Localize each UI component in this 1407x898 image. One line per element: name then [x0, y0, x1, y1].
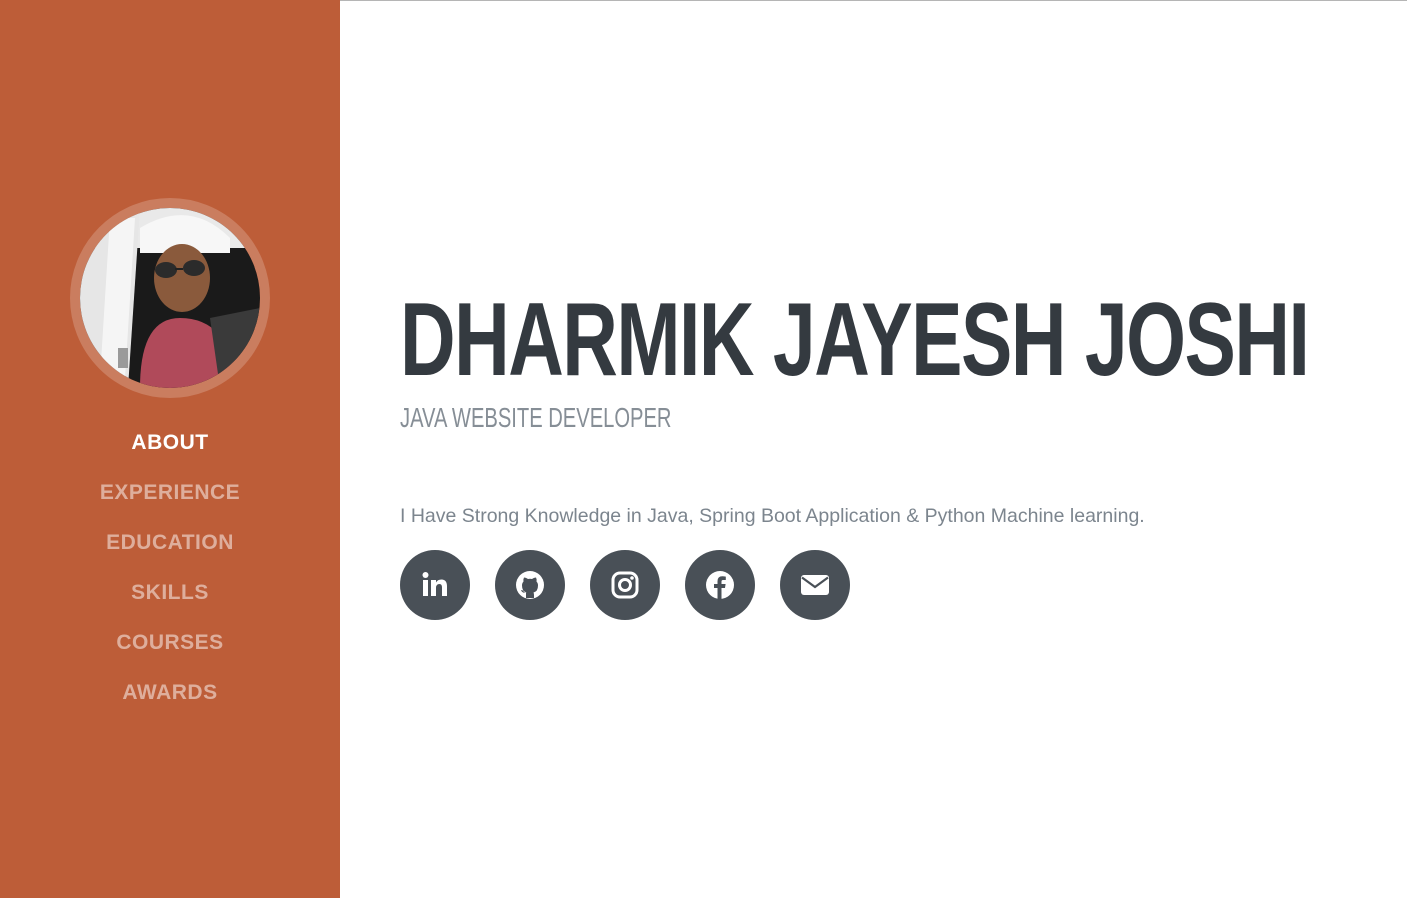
- nav-link-experience[interactable]: EXPERIENCE: [100, 475, 240, 510]
- nav-link-skills[interactable]: SKILLS: [131, 575, 209, 610]
- facebook-icon: [706, 571, 734, 599]
- nav-item-skills: SKILLS: [0, 575, 340, 625]
- github-button[interactable]: [495, 550, 565, 620]
- nav-link-courses[interactable]: COURSES: [116, 625, 223, 660]
- profile-avatar: [70, 198, 270, 398]
- envelope-icon: [801, 575, 829, 595]
- linkedin-icon: [422, 572, 447, 596]
- linkedin-button[interactable]: [400, 550, 470, 620]
- instagram-button[interactable]: [590, 550, 660, 620]
- sidebar: ABOUT EXPERIENCE EDUCATION SKILLS COURSE…: [0, 0, 340, 898]
- social-icons: [400, 550, 875, 620]
- profile-name: DHARMIK JAYESH JOSHI: [400, 282, 1310, 398]
- profile-lead: I Have Strong Knowledge in Java, Spring …: [400, 505, 1145, 527]
- nav-item-awards: AWARDS: [0, 675, 340, 725]
- nav-link-about[interactable]: ABOUT: [131, 425, 208, 460]
- facebook-button[interactable]: [685, 550, 755, 620]
- nav-item-experience: EXPERIENCE: [0, 475, 340, 525]
- nav-item-courses: COURSES: [0, 625, 340, 675]
- email-button[interactable]: [780, 550, 850, 620]
- instagram-icon: [611, 571, 639, 599]
- profile-photo: [80, 208, 260, 388]
- github-icon: [516, 571, 544, 599]
- nav-item-education: EDUCATION: [0, 525, 340, 575]
- sidebar-nav: ABOUT EXPERIENCE EDUCATION SKILLS COURSE…: [0, 425, 340, 725]
- nav-link-education[interactable]: EDUCATION: [106, 525, 234, 560]
- profile-subheading: JAVA WEBSITE DEVELOPER: [400, 402, 672, 433]
- nav-item-about: ABOUT: [0, 425, 340, 475]
- nav-link-awards[interactable]: AWARDS: [122, 675, 217, 710]
